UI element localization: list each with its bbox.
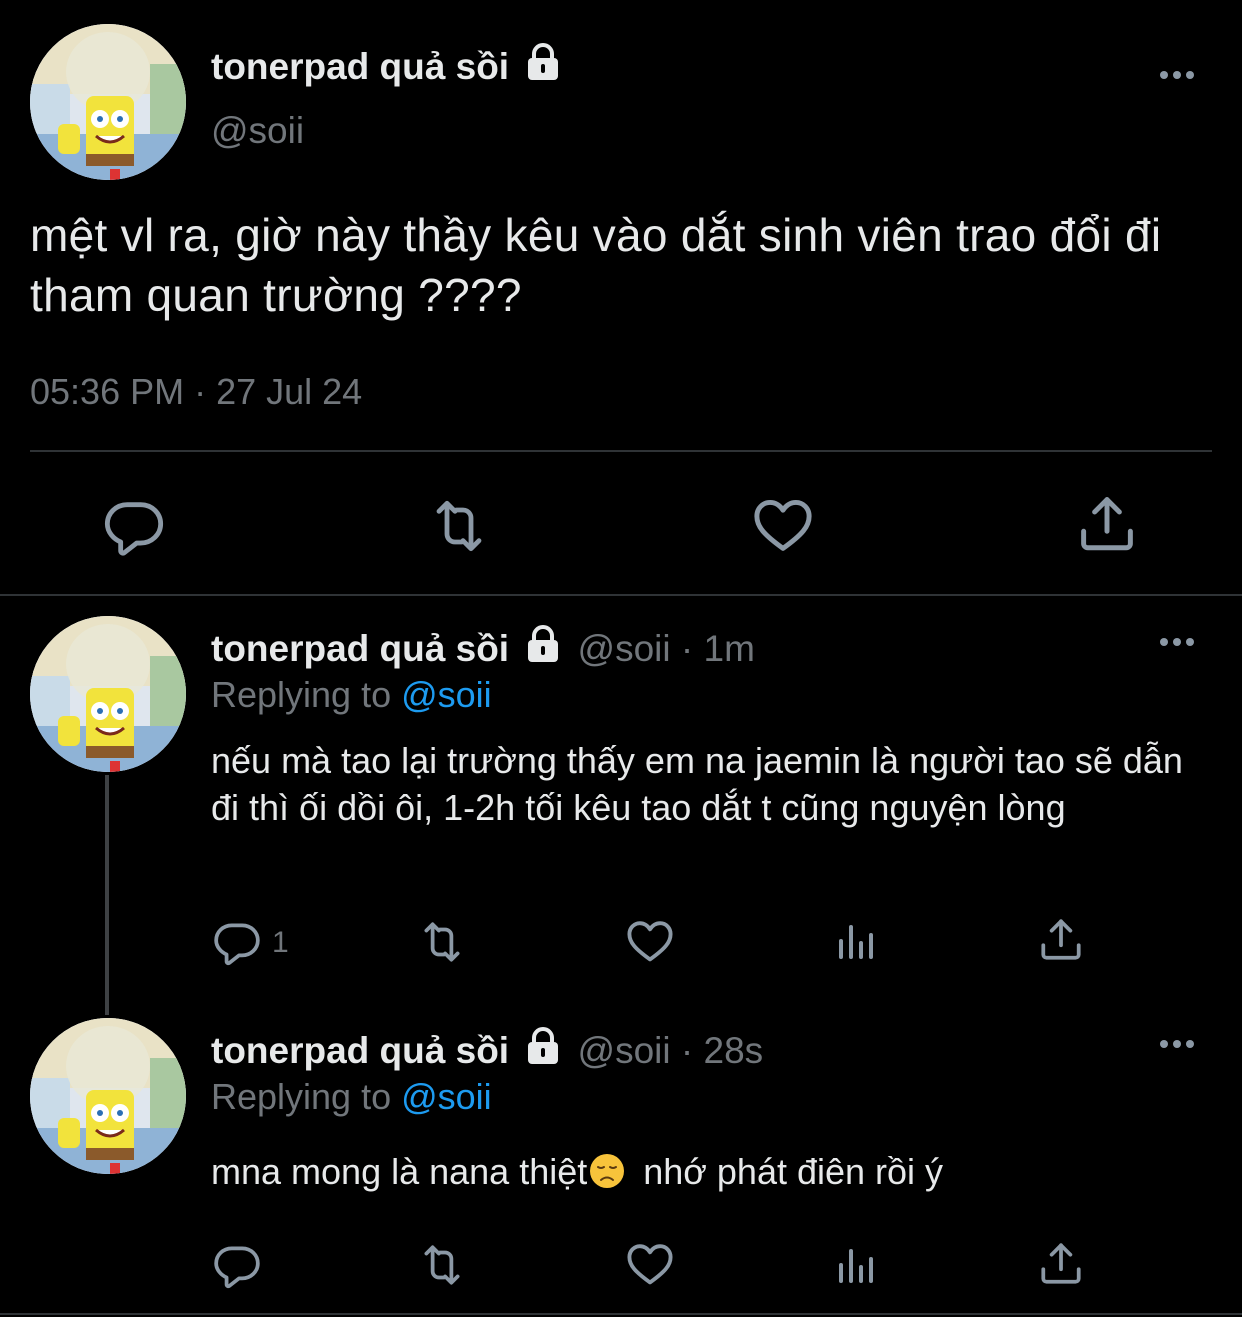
share-icon[interactable] — [1074, 490, 1140, 556]
reply-count: 1 — [272, 926, 289, 959]
replying-prefix: Replying to — [211, 1076, 402, 1117]
reply-handle-time[interactable]: @soii · 28s — [578, 1030, 764, 1071]
sad-face-emoji — [590, 1154, 625, 1188]
reply-icon[interactable] — [212, 1240, 262, 1290]
lock-icon — [523, 624, 563, 664]
reply-icon[interactable] — [102, 494, 166, 558]
avatar[interactable] — [30, 24, 186, 180]
share-icon[interactable] — [1036, 1238, 1086, 1288]
reply-header: tonerpad quả sồi @soii · 28s — [211, 1026, 763, 1072]
like-icon[interactable] — [624, 915, 676, 967]
reply-text: nếu mà tao lại trường thấy em na jaemin … — [211, 740, 1183, 828]
display-name-text: tonerpad quả sồi — [211, 46, 510, 87]
more-icon[interactable] — [1160, 1040, 1194, 1048]
reply-display-name[interactable]: tonerpad quả sồi — [211, 1030, 509, 1071]
analytics-icon[interactable] — [832, 1240, 880, 1290]
divider — [0, 1313, 1242, 1315]
analytics-icon[interactable] — [832, 916, 880, 966]
retweet-icon[interactable] — [414, 1240, 470, 1290]
replying-to: Replying to @soii — [211, 674, 492, 716]
divider — [0, 594, 1242, 596]
like-icon[interactable] — [624, 1238, 676, 1290]
reply-text-part: nhớ phát điên rồi ý — [643, 1151, 944, 1192]
like-icon[interactable] — [750, 492, 816, 558]
lock-icon — [523, 42, 563, 82]
replying-handle-link[interactable]: @soii — [401, 1076, 492, 1117]
main-display-name[interactable]: tonerpad quả sồi — [211, 42, 563, 88]
retweet-icon[interactable] — [414, 917, 470, 967]
tweet-timestamp[interactable]: 05:36 PM · 27 Jul 24 — [30, 371, 362, 413]
main-handle[interactable]: @soii — [211, 110, 304, 152]
reply-text: mna mong là nana thiệt nhớ phát điên rồi… — [211, 1148, 943, 1195]
reply-text-part: mna mong là nana thiệt — [211, 1151, 588, 1192]
replying-to: Replying to @soii — [211, 1076, 492, 1118]
replying-prefix: Replying to — [211, 674, 402, 715]
share-icon[interactable] — [1036, 914, 1086, 964]
avatar[interactable] — [30, 1018, 186, 1174]
tweet-text: mệt vl ra, giờ này thầy kêu vào dắt sinh… — [30, 209, 1162, 321]
replying-handle-link[interactable]: @soii — [401, 674, 492, 715]
retweet-icon[interactable] — [424, 494, 494, 558]
thread-line — [105, 775, 109, 1015]
reply-header: tonerpad quả sồi @soii · 1m — [211, 624, 755, 670]
reply-display-name[interactable]: tonerpad quả sồi — [211, 628, 509, 669]
divider — [30, 450, 1212, 452]
lock-icon — [523, 1026, 563, 1066]
avatar[interactable] — [30, 616, 186, 772]
reply-icon[interactable] — [212, 917, 262, 967]
more-icon[interactable] — [1160, 638, 1194, 646]
reply-handle-time[interactable]: @soii · 1m — [578, 628, 755, 669]
more-icon[interactable] — [1160, 71, 1194, 79]
